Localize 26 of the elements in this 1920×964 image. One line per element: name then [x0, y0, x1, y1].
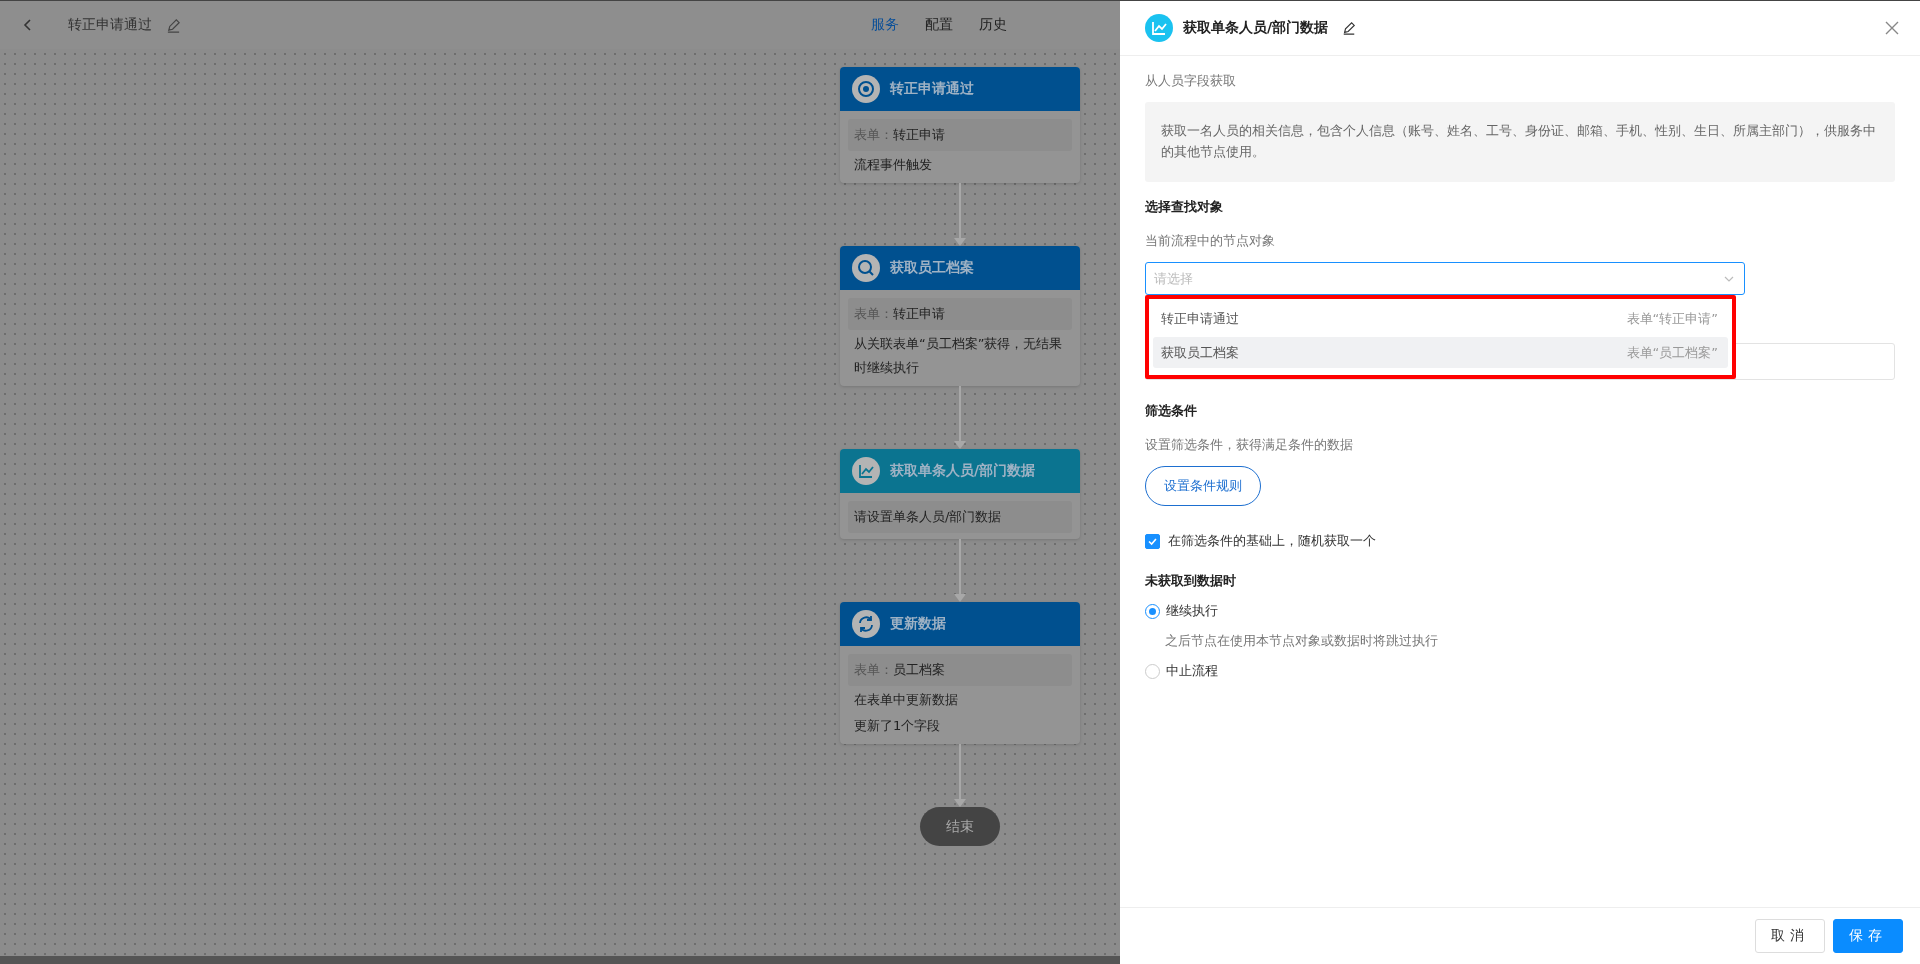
option-label: 获取员工档案 [1161, 343, 1239, 362]
checkbox-label: 在筛选条件的基础上，随机获取一个 [1168, 532, 1376, 550]
subtitle: 从人员字段获取 [1145, 72, 1237, 90]
option-detail: 表单“员工档案” [1626, 343, 1718, 362]
node-description: 在表单中更新数据 [853, 691, 959, 709]
section-heading: 筛选条件 [1145, 402, 1198, 420]
node-field: 请设置单条人员/部门数据 [848, 501, 1072, 533]
node-description: 更新了1个字段 [853, 717, 942, 735]
description-box: 获取一名人员的相关信息，包含个人信息（账号、姓名、工号、身份证、邮箱、手机、性别、生日、所属主部门），供服务中的其他节点使用。 [1145, 102, 1895, 182]
node-title: 更新数据 [890, 615, 946, 633]
radio-label: 继续执行 [1166, 602, 1218, 620]
option-label: 转正申请通过 [1161, 309, 1239, 328]
hint-text: 设置筛选条件，获得满足条件的数据 [1145, 436, 1354, 454]
field-label: 当前流程中的节点对象 [1145, 232, 1276, 250]
panel-title: 获取单条人员/部门数据 [1183, 19, 1329, 37]
option-detail: 表单“转正申请” [1626, 309, 1718, 328]
node-description: 从关联表单“员工档案”获得，无结果时继续执行 [853, 335, 1064, 377]
section-heading: 选择查找对象 [1145, 198, 1224, 216]
flow-title: 转正申请通过 [68, 16, 152, 34]
node-title: 获取单条人员/部门数据 [890, 462, 1036, 480]
radio-label: 中止流程 [1166, 662, 1218, 680]
section-heading: 未获取到数据时 [1145, 572, 1237, 590]
node-title: 转正申请通过 [890, 80, 974, 98]
option-note: 之后节点在使用本节点对象或数据时将跳过执行 [1165, 632, 1439, 650]
node-title: 获取员工档案 [890, 259, 974, 277]
node-description: 流程事件触发 [853, 156, 933, 174]
